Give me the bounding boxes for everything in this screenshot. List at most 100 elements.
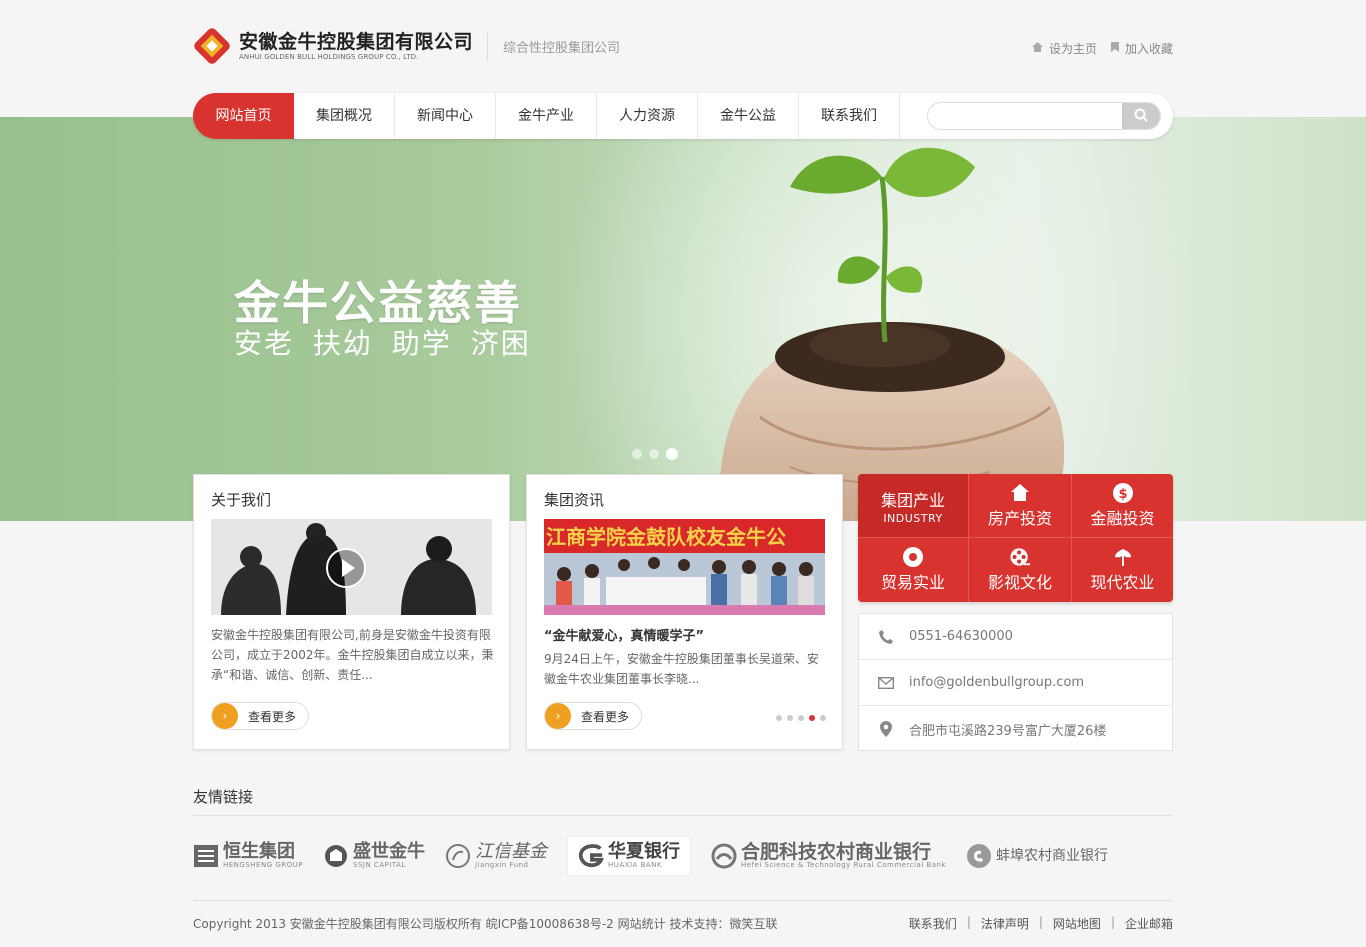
chevron-right-icon: › <box>212 703 238 729</box>
news-more-label: 查看更多 <box>581 709 630 724</box>
partner-jiangxin[interactable]: 江信基金 Jiangxin Fund <box>445 836 547 876</box>
nav-item-charity[interactable]: 金牛公益 <box>698 93 799 139</box>
partner-bengbu-bank[interactable]: 蚌埠农村商业银行 <box>966 836 1108 876</box>
contact-phone-row: 0551-64630000 <box>859 614 1172 660</box>
main-nav: 网站首页 集团概况 新闻中心 金牛产业 人力资源 金牛公益 联系我们 <box>193 93 1173 139</box>
partner-shengshi-en: SSJN CAPITAL <box>353 860 406 869</box>
add-favorite-link[interactable]: 加入收藏 <box>1110 40 1173 57</box>
industry-real-estate-label: 房产投资 <box>987 508 1052 528</box>
bookmark-icon <box>1110 42 1119 55</box>
hefei-bank-logo-icon <box>711 843 737 869</box>
company-logo[interactable]: 安徽金牛控股集团有限公司 ANHUI GOLDEN BULL HOLDINGS … <box>193 27 473 65</box>
set-home-label: 设为主页 <box>1048 42 1097 56</box>
bengbu-bank-logo-icon <box>966 843 992 869</box>
nav-item-hr[interactable]: 人力资源 <box>597 93 698 139</box>
film-reel-icon <box>1010 547 1030 567</box>
search-button[interactable] <box>1122 103 1160 129</box>
news-pagination <box>776 715 826 721</box>
company-name-en: ANHUI GOLDEN BULL HOLDINGS GROUP CO., LT… <box>239 53 419 61</box>
industry-trade-label: 贸易实业 <box>880 573 945 592</box>
nav-item-home[interactable]: 网站首页 <box>193 93 294 139</box>
news-photo[interactable]: 江商学院金鼓队校友金牛公 <box>544 519 825 615</box>
partner-huaxia[interactable]: 华夏银行 HUAXIA BANK <box>567 836 692 876</box>
about-title: 关于我们 <box>211 491 272 509</box>
company-name: 安徽金牛控股集团有限公司 <box>239 31 474 53</box>
svg-text:$: $ <box>1118 487 1127 502</box>
footer-link-contact[interactable]: 联系我们 <box>909 915 957 932</box>
news-headline[interactable]: “金牛献爱心，真情暖学子” <box>544 625 704 644</box>
footer-link-email[interactable]: 企业邮箱 <box>1125 915 1173 932</box>
news-title: 集团资讯 <box>544 491 605 509</box>
partner-hefei-bank-name: 合肥科技农村商业银行 <box>741 840 932 863</box>
hero-banner[interactable]: 金牛公益慈善 安老 扶幼 助学 济困 <box>0 117 1366 521</box>
about-video-thumbnail[interactable] <box>211 519 492 615</box>
footer-link-legal[interactable]: 法律声明 <box>981 915 1029 932</box>
about-more-label: 查看更多 <box>248 709 297 724</box>
footer-separator: | <box>966 915 971 929</box>
partner-logos: 恒生集团 HENGSHENG GROUP 盛世金牛 SSJN CAPITAL 江… <box>193 836 1173 876</box>
news-dot-5[interactable] <box>820 715 826 721</box>
partner-hengsheng[interactable]: 恒生集团 HENGSHENG GROUP <box>193 836 303 876</box>
news-dot-2[interactable] <box>787 715 793 721</box>
footer-separator: | <box>1110 915 1115 929</box>
partner-hefei-bank-en: Hefei Science & Technology Rural Commerc… <box>741 860 947 869</box>
leaf-icon <box>1113 547 1133 567</box>
contact-email[interactable]: info@goldenbullgroup.com <box>909 675 1084 690</box>
add-favorite-label: 加入收藏 <box>1124 42 1173 56</box>
industry-grid: 集团产业 INDUSTRY 房产投资 $ 金融投资 贸易实业 影视文化 现代农业 <box>858 474 1173 602</box>
huaxia-logo-icon <box>578 843 604 869</box>
partner-huaxia-name: 华夏银行 <box>608 840 681 862</box>
banner-pagination <box>632 448 678 460</box>
news-more-button[interactable]: › 查看更多 <box>544 702 643 730</box>
industry-trade[interactable]: 贸易实业 <box>858 538 969 602</box>
nav-item-industry[interactable]: 金牛产业 <box>496 93 597 139</box>
partner-hengsheng-en: HENGSHENG GROUP <box>223 860 304 869</box>
search-input[interactable] <box>928 103 1122 129</box>
industry-agriculture[interactable]: 现代农业 <box>1072 538 1173 602</box>
industry-real-estate[interactable]: 房产投资 <box>969 474 1072 538</box>
nav-item-group-overview[interactable]: 集团概况 <box>294 93 395 139</box>
industry-header-en: INDUSTRY <box>883 511 943 525</box>
about-card: 关于我们 安徽金牛控股集团有限公司,前身是安徽金牛投资有限公司，成立于2002年… <box>193 474 510 750</box>
industry-agriculture-label: 现代农业 <box>1090 573 1155 592</box>
hands-with-seedling-image <box>500 117 1366 521</box>
footer-links: 联系我们 | 法律声明 | 网站地图 | 企业邮箱 <box>909 915 1173 932</box>
record-icon <box>903 547 923 567</box>
banner-dot-1[interactable] <box>632 449 642 459</box>
banner-dot-3[interactable] <box>666 448 678 460</box>
logo-divider <box>487 33 488 61</box>
partner-huaxia-en: HUAXIA BANK <box>608 860 662 869</box>
industry-film[interactable]: 影视文化 <box>969 538 1072 602</box>
partner-shengshi[interactable]: 盛世金牛 SSJN CAPITAL <box>323 836 425 876</box>
about-more-button[interactable]: › 查看更多 <box>211 702 310 730</box>
news-dot-3[interactable] <box>798 715 804 721</box>
industry-film-label: 影视文化 <box>987 573 1052 592</box>
footer-link-sitemap[interactable]: 网站地图 <box>1053 915 1101 932</box>
banner-dot-2[interactable] <box>649 449 659 459</box>
partner-hefei-bank[interactable]: 合肥科技农村商业银行 Hefei Science & Technology Ru… <box>711 836 946 876</box>
news-dot-4[interactable] <box>809 715 815 721</box>
contact-phone: 0551-64630000 <box>909 629 1013 644</box>
industry-finance-label: 金融投资 <box>1090 508 1155 528</box>
industry-header[interactable]: 集团产业 INDUSTRY <box>858 474 969 538</box>
nav-item-news[interactable]: 新闻中心 <box>395 93 496 139</box>
phone-icon <box>877 628 895 646</box>
partner-bengbu-bank-name: 蚌埠农村商业银行 <box>996 848 1109 864</box>
friend-links-title: 友情链接 <box>193 788 254 806</box>
set-home-link[interactable]: 设为主页 <box>1031 40 1097 57</box>
news-dot-1[interactable] <box>776 715 782 721</box>
home-icon <box>1031 42 1043 55</box>
nav-item-contact[interactable]: 联系我们 <box>799 93 900 139</box>
jiangxin-logo-icon <box>445 843 471 869</box>
dollar-icon: $ <box>1112 482 1133 503</box>
search-box <box>927 102 1161 130</box>
contact-box: 0551-64630000 info@goldenbullgroup.com 合… <box>858 613 1173 751</box>
news-photo-banner-text: 江商学院金鼓队校友金牛公 <box>546 525 786 549</box>
shengshi-logo-icon <box>323 843 349 869</box>
industry-finance[interactable]: $ 金融投资 <box>1072 474 1173 538</box>
friend-links-divider <box>193 815 1173 816</box>
partner-shengshi-name: 盛世金牛 <box>353 840 426 862</box>
hengsheng-logo-icon <box>193 843 219 869</box>
footer-separator: | <box>1038 915 1043 929</box>
chevron-right-icon: › <box>545 703 571 729</box>
